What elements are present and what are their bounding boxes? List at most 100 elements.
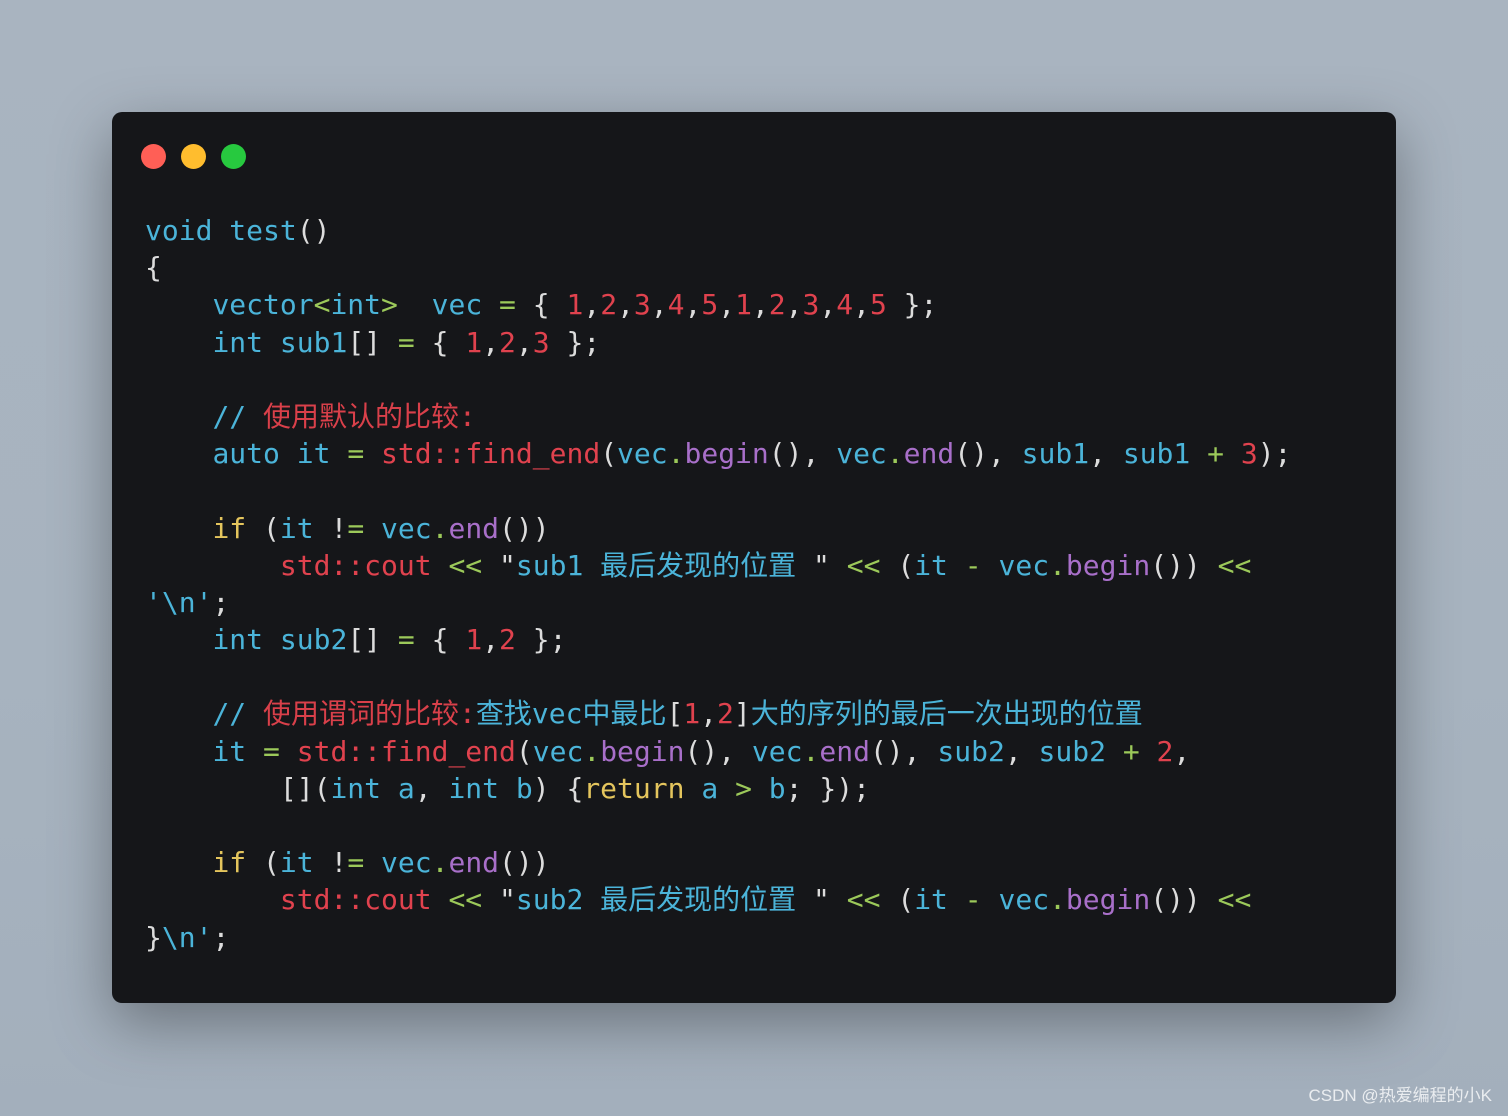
code-token: , bbox=[819, 288, 837, 322]
code-token: 1 bbox=[465, 325, 483, 359]
code-token: return bbox=[583, 771, 685, 805]
code-token: , bbox=[1004, 734, 1039, 768]
code-token: << bbox=[1217, 883, 1252, 917]
code-token: ( bbox=[515, 734, 533, 768]
code-token: 1 bbox=[566, 288, 584, 322]
code-line: // 使用谓词的比较:查找vec中最比[1,2]大的序列的最后一次出现的位置 bbox=[145, 695, 1291, 732]
code-token: a bbox=[701, 771, 719, 805]
code-token: std::cout bbox=[279, 548, 432, 582]
code-token: 3 bbox=[1240, 437, 1258, 471]
code-token: b bbox=[515, 771, 533, 805]
code-line: '\n'; bbox=[145, 584, 1291, 621]
code-token: 1 bbox=[683, 697, 701, 731]
code-token: ) { bbox=[532, 771, 584, 805]
code-token: vec bbox=[431, 288, 483, 322]
code-token: 5 bbox=[701, 288, 719, 322]
code-token: end bbox=[448, 846, 500, 880]
code-token: < bbox=[313, 288, 331, 322]
code-token: << bbox=[846, 548, 881, 582]
code-token: , bbox=[515, 325, 533, 359]
code-token: " bbox=[482, 883, 516, 917]
code-token: vec bbox=[381, 846, 432, 880]
code-token: << bbox=[846, 883, 881, 917]
code-token: - bbox=[964, 548, 982, 582]
code-token: b bbox=[768, 771, 786, 805]
code-token: [] bbox=[347, 325, 398, 359]
code-token: ()) bbox=[1150, 548, 1218, 582]
code-token: sub2 bbox=[1038, 734, 1106, 768]
code-token: > bbox=[735, 771, 752, 805]
code-token: sub2 最后发现的位置 bbox=[515, 883, 814, 917]
code-token: (), bbox=[869, 734, 938, 768]
code-token: 5 bbox=[869, 288, 887, 322]
maximize-dot-icon[interactable] bbox=[221, 144, 246, 169]
code-token: " bbox=[482, 548, 516, 582]
code-token: vec bbox=[998, 548, 1050, 582]
code-token: { bbox=[145, 251, 162, 285]
code-token: test bbox=[229, 214, 297, 247]
code-token: ( bbox=[246, 511, 280, 545]
code-token: 1 bbox=[465, 623, 483, 657]
code-token: ( bbox=[880, 883, 915, 917]
code-token: { bbox=[414, 623, 466, 657]
code-token: int bbox=[212, 325, 264, 359]
code-token: std::find_end bbox=[381, 437, 601, 471]
code-token: > bbox=[381, 288, 398, 322]
code-token: = bbox=[347, 437, 365, 471]
code-token: end bbox=[819, 734, 870, 768]
code-token: ; bbox=[212, 920, 230, 954]
code-token: - bbox=[964, 883, 982, 917]
code-token: end bbox=[448, 511, 500, 545]
code-token: 2 bbox=[600, 288, 618, 322]
code-token: ()) bbox=[499, 511, 550, 545]
code-line: std::cout << "sub1 最后发现的位置 " << (it - ve… bbox=[145, 547, 1291, 584]
code-token: sub1 bbox=[1122, 437, 1191, 471]
code-block: void test(){ vector<int> vec = { 1,2,3,4… bbox=[145, 212, 1291, 956]
code-token: int bbox=[448, 771, 500, 805]
code-token: begin bbox=[600, 734, 685, 768]
code-token: }; bbox=[886, 288, 938, 322]
code-line: int sub1[] = { 1,2,3 }; bbox=[145, 324, 1291, 361]
close-dot-icon[interactable] bbox=[141, 144, 166, 169]
code-token: << bbox=[448, 548, 483, 582]
code-token: . bbox=[886, 437, 904, 471]
code-token: begin bbox=[1065, 883, 1151, 917]
code-token: << bbox=[448, 883, 483, 917]
code-token: + bbox=[1207, 437, 1224, 471]
code-token: . bbox=[667, 437, 685, 471]
code-token: } bbox=[145, 920, 162, 954]
minimize-dot-icon[interactable] bbox=[181, 144, 206, 169]
code-token: 1 bbox=[735, 288, 752, 322]
code-token: , bbox=[700, 697, 718, 731]
code-token: . bbox=[1049, 883, 1066, 917]
code-line: { bbox=[145, 249, 1291, 286]
code-token: 2 bbox=[768, 288, 786, 322]
code-token: . bbox=[431, 846, 449, 880]
code-token: '\n' bbox=[145, 585, 213, 619]
code-token: ( bbox=[880, 548, 915, 582]
code-token: sub2 bbox=[937, 734, 1005, 768]
code-token: auto bbox=[212, 437, 280, 471]
